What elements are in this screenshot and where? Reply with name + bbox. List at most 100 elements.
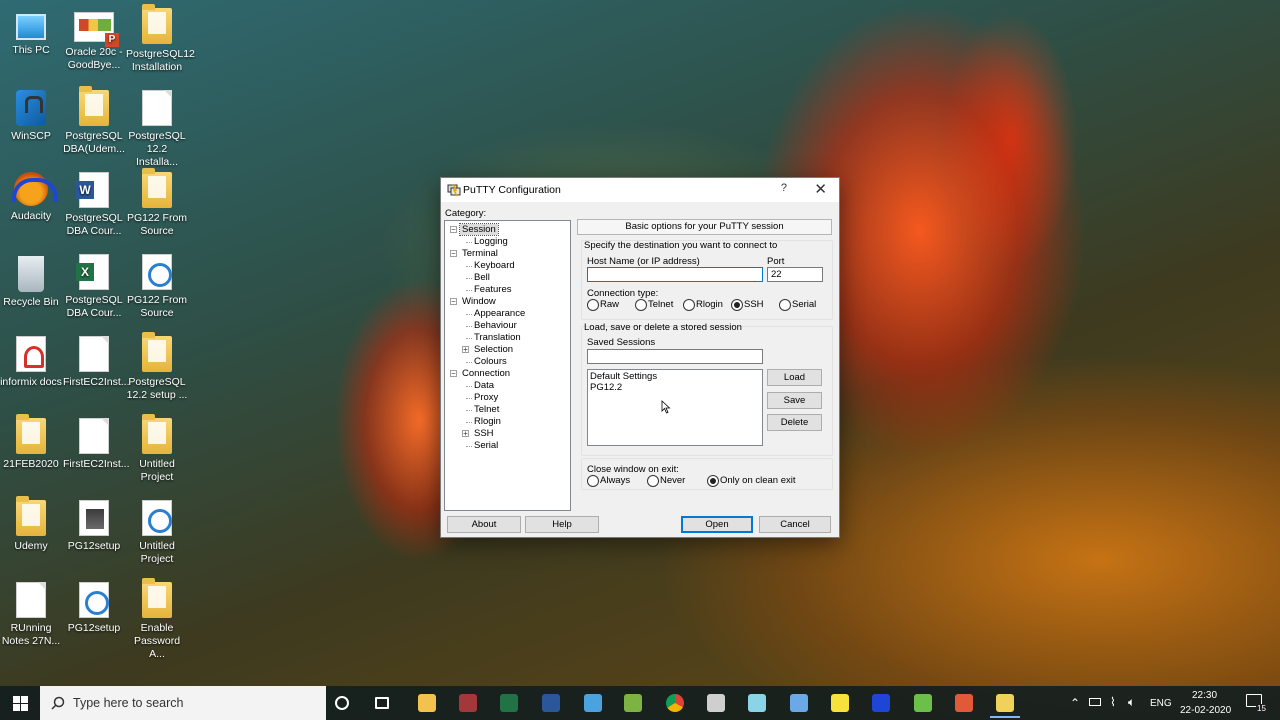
desktop-icon[interactable]: 21FEB2020 — [0, 414, 62, 471]
expand-icon[interactable]: + — [462, 346, 469, 354]
radio-never[interactable]: Never — [647, 475, 685, 487]
wifi-icon[interactable]: ⌇ — [1110, 695, 1116, 709]
about-button[interactable]: About — [447, 516, 521, 533]
session-item[interactable]: Default Settings — [588, 371, 762, 382]
access-icon[interactable] — [459, 694, 477, 712]
open-button[interactable]: Open — [681, 516, 753, 533]
collapse-icon[interactable]: − — [450, 226, 457, 234]
radio-raw[interactable]: Raw — [587, 299, 619, 311]
tree-item-telnet[interactable]: Telnet — [474, 404, 499, 415]
start-button[interactable] — [0, 686, 40, 720]
cortana-icon[interactable] — [335, 696, 349, 710]
desktop-icon[interactable]: Udemy — [0, 496, 62, 553]
desktop-icon[interactable]: PostgreSQL12 Installation — [126, 4, 195, 74]
calculator-icon[interactable] — [707, 694, 725, 712]
file-explorer-icon[interactable] — [418, 694, 436, 712]
radio-serial[interactable]: Serial — [779, 299, 816, 311]
tree-item-translation[interactable]: Translation — [474, 332, 521, 343]
desktop-icon[interactable]: RUnning Notes 27N... — [0, 582, 62, 648]
expand-icon[interactable]: + — [462, 430, 469, 438]
tree-item-serial[interactable]: Serial — [474, 440, 498, 451]
session-item[interactable]: PG12.2 — [588, 382, 762, 393]
battery-icon[interactable] — [1089, 698, 1101, 706]
radio-always[interactable]: Always — [587, 475, 630, 487]
sticky-notes-icon[interactable] — [831, 694, 849, 712]
collapse-icon[interactable]: − — [450, 298, 457, 306]
audacity-icon[interactable] — [872, 694, 890, 712]
radio-rlogin[interactable]: Rlogin — [683, 299, 723, 311]
tree-item-ssh[interactable]: SSH — [474, 428, 494, 439]
collapse-icon[interactable]: − — [450, 250, 457, 258]
tree-item-colours[interactable]: Colours — [474, 356, 507, 367]
putty-icon[interactable] — [990, 694, 1020, 718]
desktop-icon[interactable]: Oracle 20c - GoodBye... — [63, 8, 125, 72]
desktop-icon[interactable]: WinSCP — [0, 90, 62, 143]
tree-item-terminal[interactable]: Terminal — [462, 248, 498, 259]
desktop-icon[interactable]: PG12setup — [63, 500, 125, 553]
sessions-list[interactable]: Default Settings PG12.2 — [587, 369, 763, 446]
chrome-icon[interactable] — [666, 694, 684, 712]
cancel-button[interactable]: Cancel — [759, 516, 831, 533]
excel-icon[interactable] — [500, 694, 518, 712]
tree-item-window[interactable]: Window — [462, 296, 496, 307]
tree-item-selection[interactable]: Selection — [474, 344, 513, 355]
tree-item-bell[interactable]: Bell — [474, 272, 490, 283]
help-button[interactable]: Help — [525, 516, 599, 533]
tree-item-connection[interactable]: Connection — [462, 368, 510, 379]
port-input[interactable] — [767, 267, 823, 282]
tree-item-appearance[interactable]: Appearance — [474, 308, 525, 319]
desktop-icon[interactable]: FirstEC2Inst... — [63, 336, 130, 389]
radio-telnet[interactable]: Telnet — [635, 299, 673, 311]
tree-item-features[interactable]: Features — [474, 284, 512, 295]
desktop-icon[interactable]: PG122 From Source — [126, 168, 188, 238]
clock-date[interactable]: 22-02-2020 — [1180, 705, 1231, 716]
desktop-icon[interactable]: PostgreSQL DBA Cour... — [63, 172, 125, 238]
tree-item-session[interactable]: Session — [459, 223, 499, 236]
close-icon[interactable]: ✕ — [814, 180, 827, 198]
dialog-title-bar[interactable]: PuTTY Configuration ? ✕ — [441, 178, 839, 202]
desktop-icon[interactable]: FirstEC2Inst... — [63, 418, 130, 471]
desktop-icon[interactable]: informix docs — [0, 336, 62, 389]
volume-icon[interactable]: 🔈︎ — [1128, 695, 1135, 710]
desktop-icon[interactable]: PG122 From Source — [126, 254, 188, 320]
collapse-icon[interactable]: − — [450, 370, 457, 378]
language-indicator[interactable]: ENG — [1150, 698, 1172, 709]
desktop-icon[interactable]: PostgreSQL 12.2 setup ... — [126, 332, 188, 402]
host-name-input[interactable] — [587, 267, 763, 282]
tree-item-proxy[interactable]: Proxy — [474, 392, 498, 403]
tree-item-logging[interactable]: Logging — [474, 236, 508, 247]
desktop-icon[interactable]: Untitled Project — [126, 500, 188, 566]
load-button[interactable]: Load — [767, 369, 822, 386]
paint-icon[interactable] — [584, 694, 602, 712]
taskbar-search-box[interactable]: Type here to search — [40, 686, 326, 720]
tree-item-behaviour[interactable]: Behaviour — [474, 320, 517, 331]
task-view-icon[interactable] — [375, 697, 389, 709]
desktop-icon[interactable]: This PC — [0, 8, 62, 57]
desktop-icon[interactable]: Recycle Bin — [0, 254, 62, 309]
generic-app-icon[interactable] — [748, 694, 766, 712]
desktop-icon[interactable]: PostgreSQL DBA Cour... — [63, 254, 125, 320]
desktop-icon[interactable]: PostgreSQL 12.2 Installa... — [126, 90, 188, 169]
red-app-icon[interactable] — [955, 694, 973, 712]
clock-time[interactable]: 22:30 — [1192, 690, 1217, 701]
tree-item-keyboard[interactable]: Keyboard — [474, 260, 515, 271]
network-icon[interactable] — [790, 694, 808, 712]
saved-sessions-input[interactable] — [587, 349, 763, 364]
tree-item-data[interactable]: Data — [474, 380, 494, 391]
desktop-icon[interactable]: Audacity — [0, 172, 62, 223]
tree-item-rlogin[interactable]: Rlogin — [474, 416, 501, 427]
radio-ssh[interactable]: SSH — [731, 299, 764, 311]
desktop-icon[interactable]: PostgreSQL DBA(Udem... — [63, 86, 125, 156]
desktop-icon[interactable]: Untitled Project — [126, 414, 188, 484]
word-icon[interactable] — [542, 694, 560, 712]
help-title-button[interactable]: ? — [781, 182, 787, 194]
notepad-icon[interactable] — [624, 694, 642, 712]
chevron-up-icon[interactable]: ⌃ — [1070, 696, 1080, 710]
save-button[interactable]: Save — [767, 392, 822, 409]
delete-button[interactable]: Delete — [767, 414, 822, 431]
green-app-icon[interactable] — [914, 694, 932, 712]
radio-only-on-clean-exit[interactable]: Only on clean exit — [707, 475, 796, 487]
desktop-icon[interactable]: Enable Password A... — [126, 578, 188, 661]
category-tree[interactable]: Session − Logging Terminal − Keyboard Bell Feat… — [444, 220, 571, 511]
desktop-icon[interactable]: PG12setup — [63, 582, 125, 635]
